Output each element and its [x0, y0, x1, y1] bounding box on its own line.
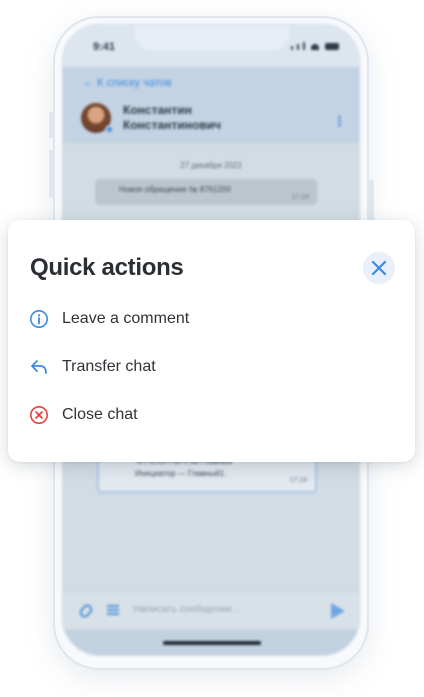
close-button[interactable]: [363, 252, 395, 284]
chat-header: ← К списку чатов Константин Константинов…: [63, 67, 359, 143]
back-to-chats-link[interactable]: ← К списку чатов: [83, 77, 172, 89]
transfer-chat-action[interactable]: Transfer chat: [28, 352, 156, 382]
reply-arrow-icon: [28, 356, 50, 378]
home-area: [63, 629, 359, 655]
templates-icon[interactable]: [107, 605, 119, 615]
quick-actions-card: Quick actions Leave a comment Transfer c…: [8, 220, 415, 462]
action-label: Transfer chat: [62, 358, 156, 375]
home-indicator: [163, 641, 261, 645]
status-time: 9:41: [93, 41, 116, 53]
message-text-line: Инициатор — Главный1.: [135, 469, 227, 478]
phone-side-button: [49, 150, 54, 198]
leave-comment-action[interactable]: Leave a comment: [28, 304, 189, 334]
phone-side-button: [49, 112, 54, 138]
action-label: Leave a comment: [62, 310, 190, 327]
date-separator: 27 декабря 2022: [180, 161, 242, 170]
status-icons: [291, 42, 339, 50]
system-message-text: Новое обращение № 8761200: [119, 185, 231, 194]
online-status-dot: [105, 125, 114, 134]
system-message-time: 17:24: [291, 194, 309, 201]
send-icon[interactable]: [331, 603, 345, 619]
screen: 9:41 ← К списку чатов Константин Констан…: [0, 0, 424, 697]
close-chat-action[interactable]: Close chat: [28, 400, 138, 430]
close-icon: [371, 260, 387, 276]
message-composer: Написать сообщение...: [63, 591, 359, 629]
phone-notch: [135, 25, 289, 51]
message-input[interactable]: Написать сообщение...: [133, 604, 240, 615]
message-time: 17:24: [289, 477, 307, 484]
more-options-icon[interactable]: [338, 115, 341, 127]
action-label: Close chat: [62, 406, 138, 423]
quick-actions-title: Quick actions: [30, 254, 184, 281]
contact-name: Константин Константинович: [123, 103, 221, 132]
attach-icon[interactable]: [77, 602, 95, 620]
close-circle-icon: [28, 404, 50, 426]
system-message: Новое обращение № 8761200 17:24: [95, 179, 317, 205]
info-circle-icon: [28, 308, 50, 330]
